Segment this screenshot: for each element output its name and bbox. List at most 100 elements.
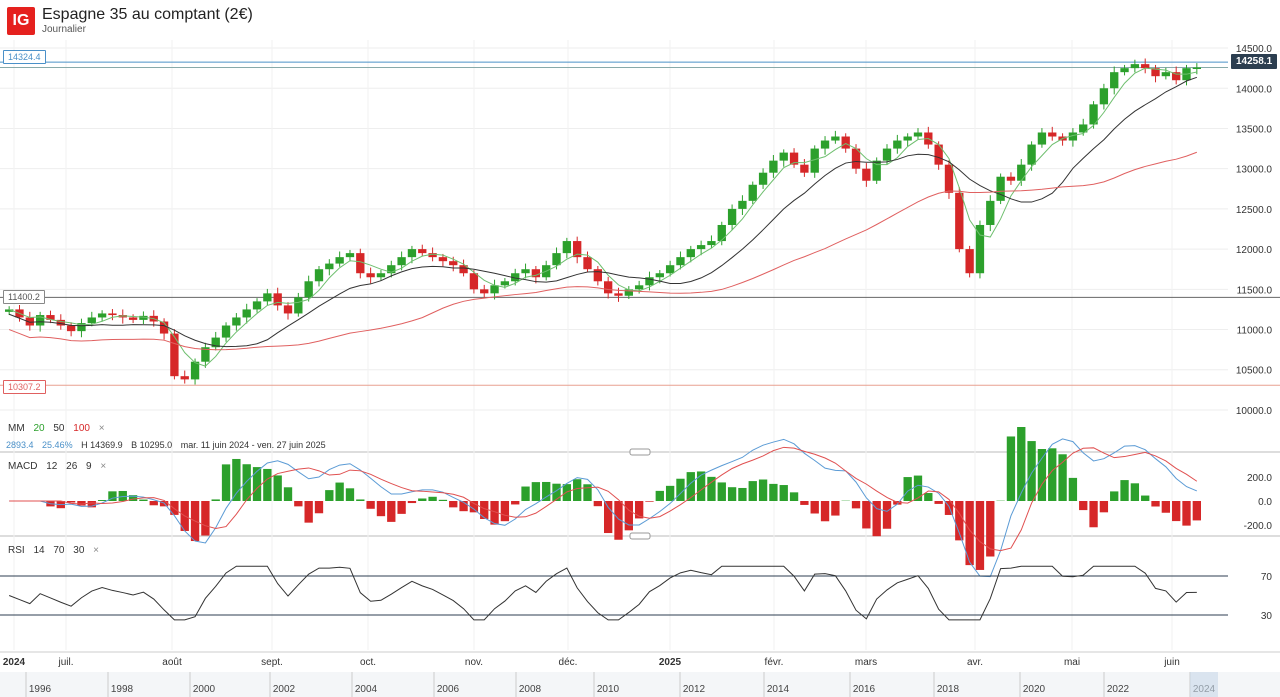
- pane-resize-handle: [629, 532, 651, 540]
- time-axis-label: oct.: [360, 657, 376, 668]
- candle: [1037, 132, 1047, 145]
- candle: [996, 176, 1005, 201]
- candle: [634, 285, 644, 290]
- level-top-label[interactable]: 14324.4: [3, 50, 46, 64]
- candle: [686, 249, 695, 258]
- macd-histogram-bar: [1120, 480, 1129, 501]
- current-price-badge: 14258.1: [1231, 54, 1278, 69]
- macd-histogram-bar: [211, 499, 220, 501]
- macd-histogram-bar: [376, 501, 386, 517]
- candle: [614, 293, 623, 296]
- ma-close-icon[interactable]: ×: [99, 423, 105, 434]
- level-mid-label[interactable]: 11400.2: [3, 290, 45, 304]
- candle: [986, 200, 995, 225]
- candle: [965, 249, 974, 274]
- macd-histogram-bar: [314, 501, 324, 514]
- price-tick-label: 13000.0: [1236, 165, 1273, 176]
- macd-histogram-bar: [1110, 491, 1119, 501]
- level-low-label[interactable]: 10307.2: [3, 380, 46, 394]
- navigator-year-label: 2016: [853, 684, 876, 695]
- time-axis-label: mai: [1064, 657, 1080, 668]
- macd-histogram-bar: [97, 500, 107, 501]
- macd-histogram-bar: [1068, 477, 1078, 501]
- time-axis-label: juil.: [57, 657, 73, 668]
- time-axis-label: déc.: [559, 657, 578, 668]
- macd-histogram-bar: [862, 501, 871, 529]
- ma-50-line: [8, 76, 1198, 348]
- price-tick-label: 13500.0: [1236, 124, 1273, 135]
- navigator-year-label: 2010: [597, 684, 620, 695]
- macd-close-icon[interactable]: ×: [100, 461, 106, 472]
- macd-histogram-bar: [604, 501, 613, 534]
- candle: [397, 257, 406, 266]
- ma-legend-name: MM: [8, 423, 25, 434]
- macd-histogram-bar: [924, 493, 933, 501]
- rsi-close-icon[interactable]: ×: [93, 545, 99, 556]
- macd-histogram-bar: [511, 501, 520, 505]
- navigator-year-label: 2006: [437, 684, 460, 695]
- candle: [769, 160, 778, 173]
- time-axis-label: juin: [1163, 657, 1180, 668]
- macd-histogram-bar: [500, 501, 510, 522]
- macd-legend-p3: 9: [86, 461, 92, 472]
- stat-high: H 14369.9: [81, 440, 123, 450]
- candle: [190, 361, 200, 380]
- candle: [955, 192, 964, 250]
- stat-pct: 25.46%: [42, 440, 73, 450]
- price-chart[interactable]: 14 50 0.0 14000.0 13500.0 13000.0 12500.0 12000…: [0, 0, 1280, 697]
- candle: [676, 257, 685, 266]
- candle: [128, 317, 138, 320]
- candle: [593, 269, 602, 282]
- candle: [707, 241, 716, 246]
- candle: [263, 293, 272, 302]
- candle: [779, 152, 788, 161]
- macd-histogram-bar: [779, 485, 788, 501]
- candle: [913, 132, 923, 137]
- navigator-year-label: 2000: [193, 684, 216, 695]
- macd-histogram-bar: [438, 499, 448, 501]
- macd-histogram-bar: [77, 501, 86, 506]
- macd-histogram-bar: [769, 483, 778, 501]
- candle: [800, 164, 809, 173]
- candle: [345, 253, 355, 258]
- macd-tick-label: 0.0: [1258, 497, 1272, 508]
- candle: [862, 168, 871, 181]
- navigator-year-label: 1996: [29, 684, 52, 695]
- ma-legend-20: 20: [33, 423, 45, 434]
- rsi-line: [8, 565, 1197, 621]
- macd-histogram-bar: [810, 501, 819, 514]
- rsi-tick-label: 70: [1261, 572, 1273, 583]
- macd-histogram-bar: [387, 501, 396, 522]
- price-tick-label: 10000.0: [1236, 406, 1273, 417]
- time-axis-label: août: [162, 657, 182, 668]
- candle: [1110, 72, 1119, 89]
- macd-histogram-bar: [655, 490, 664, 501]
- macd-histogram-bar: [800, 501, 809, 505]
- navigator-year-label: 2012: [683, 684, 706, 695]
- candle: [820, 140, 830, 149]
- macd-histogram-bar: [1089, 501, 1098, 528]
- macd-histogram-bar: [955, 501, 964, 541]
- candle: [882, 148, 892, 161]
- candle: [87, 317, 96, 324]
- candle: [893, 140, 902, 149]
- macd-histogram-bar: [1027, 441, 1036, 501]
- candle: [521, 269, 530, 274]
- navigator-year-label: 2004: [355, 684, 378, 695]
- navigator-year-label: 1998: [111, 684, 134, 695]
- macd-histogram-bar: [1161, 501, 1171, 513]
- time-axis-label: nov.: [465, 657, 483, 668]
- candle: [232, 317, 241, 326]
- macd-histogram-bar: [397, 501, 406, 514]
- pane-resize-handle: [629, 448, 651, 456]
- macd-histogram-bar: [428, 496, 437, 501]
- candle: [1006, 176, 1016, 181]
- candle: [1048, 132, 1057, 137]
- time-axis-label: 2024: [3, 657, 26, 668]
- candle: [738, 200, 747, 209]
- candle: [314, 269, 324, 282]
- macd-histogram-bar: [345, 488, 355, 501]
- time-axis-label: avr.: [967, 657, 983, 668]
- candle: [407, 249, 417, 258]
- macd-histogram-bar: [696, 471, 706, 501]
